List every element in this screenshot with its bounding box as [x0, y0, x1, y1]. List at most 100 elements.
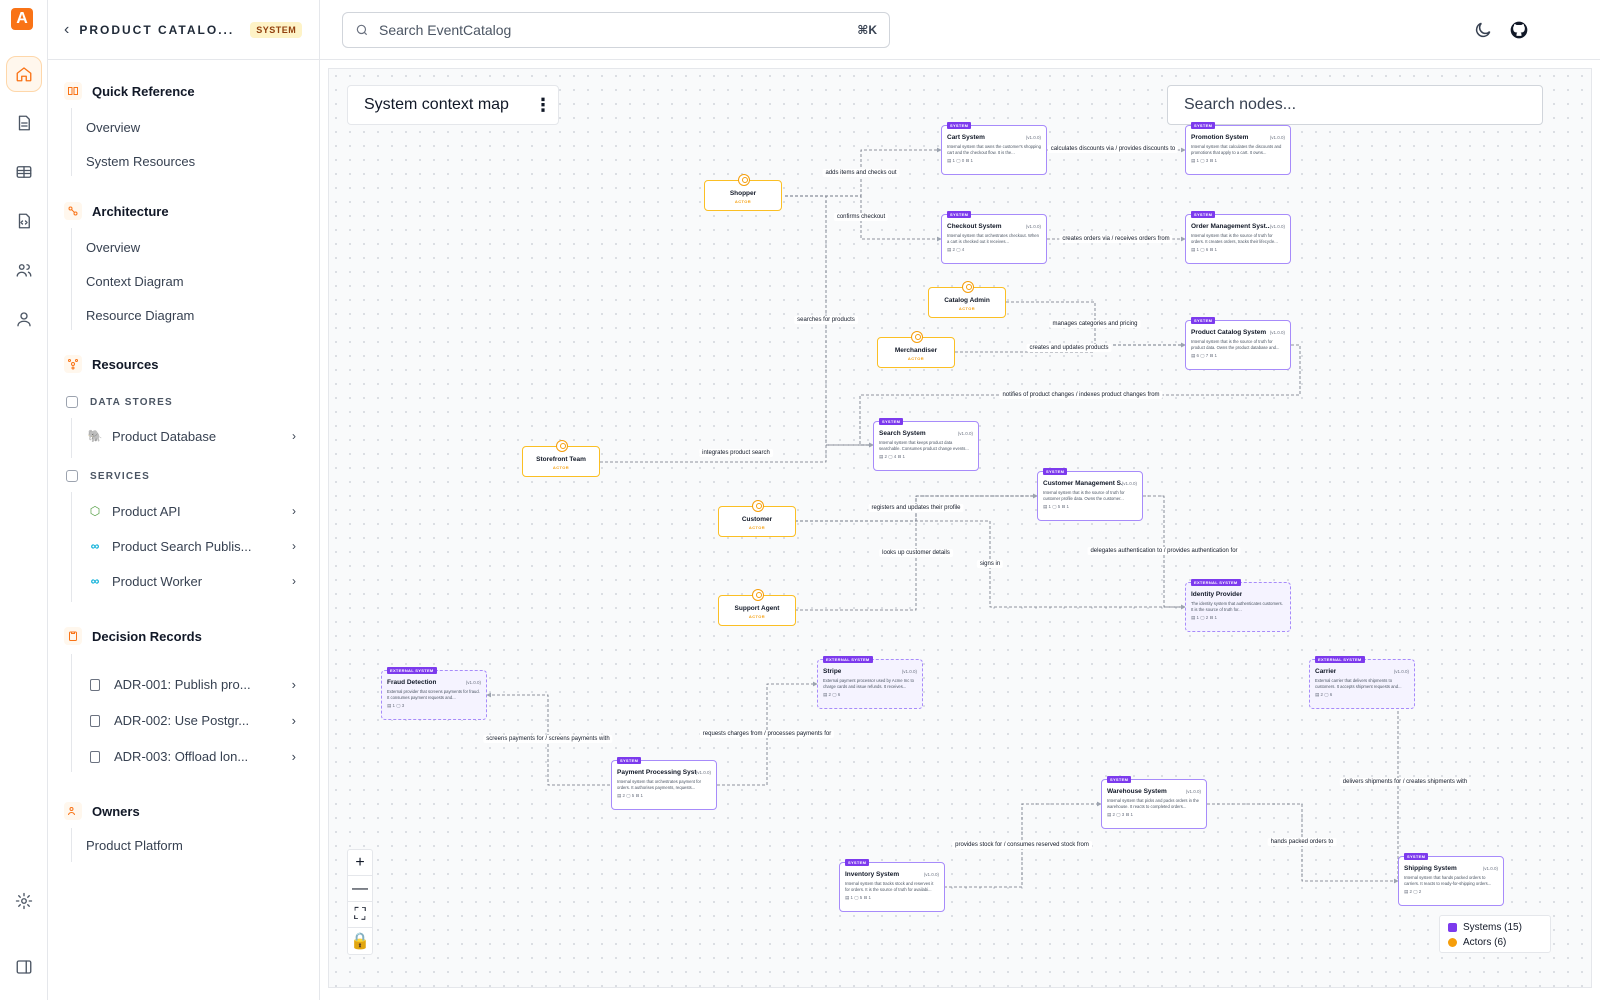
code-file-icon[interactable]: [6, 203, 42, 239]
adr-002[interactable]: ADR-002: Use Postgr... ›: [90, 713, 296, 728]
system-name: Promotion System: [1191, 134, 1249, 141]
system-node-search[interactable]: SYSTEM Search System (v1.0.0) Internal sy…: [873, 418, 979, 471]
system-node-shipping[interactable]: SYSTEM Shipping System (v1.0.0) Internal …: [1398, 853, 1504, 906]
external-system-tag: EXTERNAL SYSTEM: [823, 656, 873, 663]
actor-node-merchandiser[interactable]: Merchandiser ACTOR: [877, 331, 955, 368]
system-node-stripe[interactable]: EXTERNAL SYSTEM Stripe (v1.0.0) External …: [817, 656, 923, 709]
resource-product-worker[interactable]: ∞ Product Worker ›: [86, 572, 296, 590]
document-icon[interactable]: [6, 105, 42, 141]
table-icon[interactable]: [6, 154, 42, 190]
context-map-canvas[interactable]: System context map ⋮ Search nodes... SYS…: [328, 68, 1592, 988]
search-bar[interactable]: Search EventCatalog ⌘K: [342, 12, 890, 48]
section-label: Resources: [92, 356, 159, 372]
system-node-order-management[interactable]: SYSTEM Order Management Syst... (v1.0.0) …: [1185, 211, 1291, 264]
more-vertical-icon[interactable]: ⋮: [528, 95, 558, 116]
section-label: Decision Records: [92, 628, 202, 644]
actor-node-support-agent[interactable]: Support Agent ACTOR: [718, 589, 796, 626]
lock-button[interactable]: 🔒: [348, 928, 372, 954]
system-description: External provider that screens payments …: [387, 689, 480, 700]
go-icon: ∞: [90, 574, 100, 588]
system-name: Stripe: [823, 668, 842, 675]
resource-product-api[interactable]: ⬡ Product API ›: [86, 502, 296, 520]
link-architecture-overview[interactable]: Overview: [86, 240, 140, 255]
edge-label: adds items and checks out: [822, 169, 900, 177]
system-node-promotion[interactable]: SYSTEM Promotion System (v1.0.0) Internal…: [1185, 122, 1291, 175]
resource-product-search-publisher[interactable]: ∞ Product Search Publis... ›: [86, 537, 296, 555]
dark-mode-moon-icon[interactable]: [1472, 19, 1494, 41]
system-description: Internal system that tracks stock and re…: [845, 881, 934, 892]
actor-tag: ACTOR: [552, 465, 570, 470]
item-label: Product Database: [112, 428, 217, 444]
link-resource-diagram[interactable]: Resource Diagram: [86, 308, 194, 323]
system-description: Internal system that orchestrates paymen…: [617, 779, 702, 790]
system-description: Internal system that is the source of tr…: [1191, 339, 1280, 350]
system-description: Internal system that orchestrates checko…: [947, 233, 1039, 244]
owner-product-platform[interactable]: Product Platform: [86, 838, 183, 853]
zoom-out-button[interactable]: —: [348, 876, 372, 902]
system-node-fraud-detection[interactable]: EXTERNAL SYSTEM Fraud Detection (v1.0.0) …: [381, 667, 487, 720]
github-icon[interactable]: [1508, 19, 1530, 41]
clipboard-icon: [64, 627, 82, 645]
system-node-payment-processing[interactable]: SYSTEM Payment Processing Syst... (v1.0.0…: [611, 757, 717, 810]
eventcatalog-logo[interactable]: A: [11, 8, 33, 30]
server-icon: [66, 470, 78, 482]
edge-label: creates orders via / receives orders fro…: [1059, 235, 1173, 243]
system-stats: ▤ 2 ▢ 4 ⊟ 1: [879, 454, 906, 459]
user-icon[interactable]: [6, 301, 42, 337]
back-chevron-icon[interactable]: ‹: [64, 21, 69, 39]
link-overview[interactable]: Overview: [86, 120, 140, 135]
system-version: (v1.0.0): [1121, 481, 1137, 486]
resource-product-database[interactable]: 🐘 Product Database ›: [86, 427, 296, 445]
user-avatar-icon: [752, 589, 764, 601]
book-icon: [64, 82, 82, 100]
system-node-identity-provider[interactable]: EXTERNAL SYSTEM Identity Provider The id…: [1185, 579, 1291, 632]
system-tag: SYSTEM: [947, 211, 972, 218]
section-quick-reference: Quick Reference: [64, 82, 195, 100]
actor-node-shopper[interactable]: Shopper ACTOR: [704, 174, 782, 211]
system-tag: SYSTEM: [1191, 211, 1216, 218]
settings-icon[interactable]: [6, 883, 42, 919]
zoom-in-button[interactable]: +: [348, 850, 372, 876]
actor-node-catalog-admin[interactable]: Catalog Admin ACTOR: [928, 281, 1006, 318]
system-node-checkout[interactable]: SYSTEM Checkout System (v1.0.0) Internal …: [941, 211, 1047, 264]
system-name: Inventory System: [845, 871, 900, 878]
system-node-inventory[interactable]: SYSTEM Inventory System (v1.0.0) Internal…: [839, 859, 945, 912]
users-icon[interactable]: [6, 252, 42, 288]
resources-icon: [64, 355, 82, 373]
context-map-title-box: System context map ⋮: [347, 85, 559, 125]
fit-view-button[interactable]: ⛶: [348, 902, 372, 928]
record-icon: [90, 714, 100, 727]
actor-tag: ACTOR: [958, 306, 976, 311]
home-icon[interactable]: [6, 56, 42, 92]
edge-label: looks up customer details: [879, 549, 953, 557]
system-version: (v1.0.0): [465, 680, 481, 685]
go-icon: ∞: [90, 539, 100, 553]
node-search-input[interactable]: Search nodes...: [1167, 85, 1543, 125]
chevron-right-icon: ›: [292, 504, 296, 518]
system-node-warehouse[interactable]: SYSTEM Warehouse System (v1.0.0) Internal…: [1101, 776, 1207, 829]
edge-label: creates and updates products: [1026, 344, 1112, 352]
section-resources: Resources: [64, 355, 158, 373]
system-stats: ▤ 2 ▢ 6: [1315, 692, 1333, 697]
section-label: Owners: [92, 803, 140, 819]
user-avatar-icon: [738, 174, 750, 186]
services-heading: SERVICES: [66, 470, 150, 482]
system-name: Carrier: [1315, 668, 1337, 675]
link-context-diagram[interactable]: Context Diagram: [86, 274, 184, 289]
system-node-product-catalog[interactable]: SYSTEM Product Catalog System (v1.0.0) In…: [1185, 317, 1291, 370]
system-version: (v1.0.0): [1269, 135, 1285, 140]
system-stats: ▤ 1 ▢ 6 ⊟ 1: [1191, 247, 1218, 252]
adr-003[interactable]: ADR-003: Offload lon... ›: [90, 749, 296, 764]
system-node-cart[interactable]: SYSTEM Cart System (v1.0.0) Internal syst…: [941, 122, 1047, 175]
system-name: Warehouse System: [1107, 788, 1167, 795]
actor-node-storefront-team[interactable]: Storefront Team ACTOR: [522, 440, 600, 477]
sidebar-toggle-icon[interactable]: [6, 949, 42, 985]
actor-node-customer[interactable]: Customer ACTOR: [718, 500, 796, 537]
section-architecture: Architecture: [64, 202, 169, 220]
link-system-resources[interactable]: System Resources: [86, 154, 195, 169]
edge-label: registers and updates their profile: [868, 504, 964, 512]
system-node-carrier[interactable]: EXTERNAL SYSTEM Carrier (v1.0.0) External…: [1309, 656, 1415, 709]
system-name: Customer Management S...: [1043, 480, 1122, 487]
adr-001[interactable]: ADR-001: Publish pro... ›: [90, 677, 296, 692]
system-node-customer-management[interactable]: SYSTEM Customer Management S... (v1.0.0) …: [1037, 468, 1143, 521]
